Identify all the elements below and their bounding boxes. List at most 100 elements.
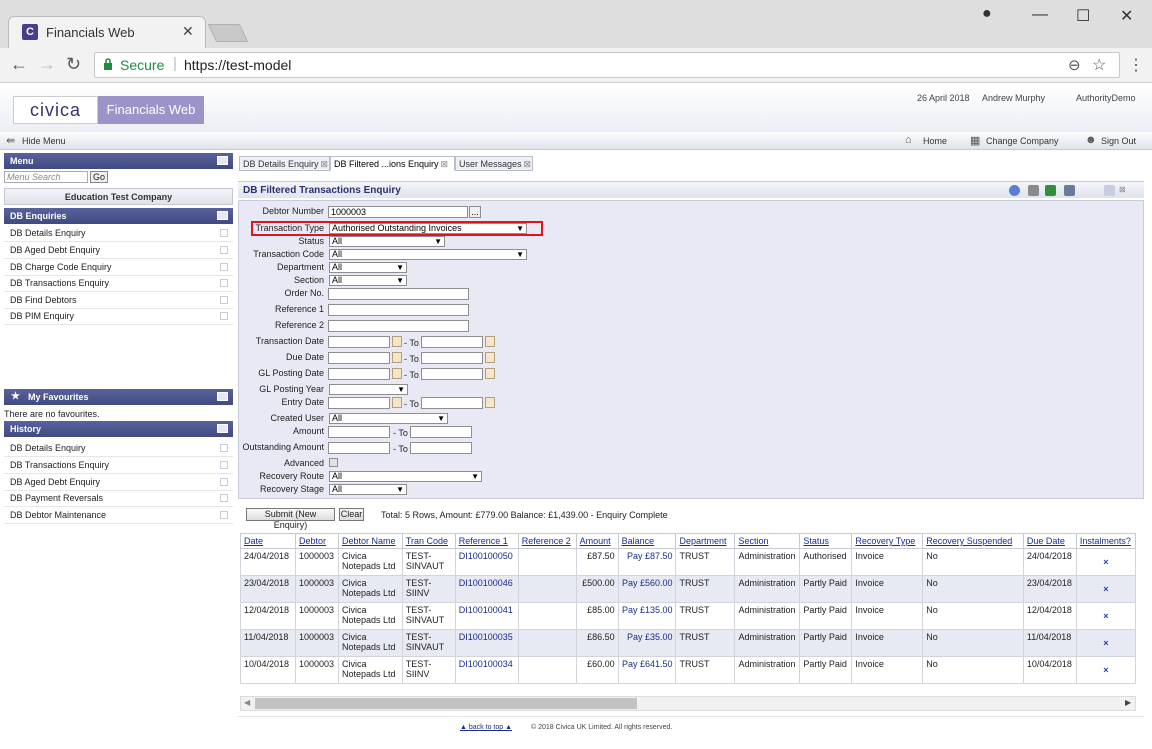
col-department[interactable]: Department	[675, 533, 736, 549]
table-cell[interactable]: DI100100035	[454, 629, 519, 657]
calendar-icon[interactable]	[392, 397, 402, 408]
advanced-checkbox[interactable]	[329, 458, 338, 467]
table-row[interactable]: 12/04/2018 1000003 Civica Notepads Ltd TEST…	[240, 602, 1136, 630]
minimize-icon[interactable]: —	[1032, 6, 1048, 24]
calendar-icon[interactable]	[485, 397, 495, 408]
due-date-to[interactable]	[421, 352, 483, 364]
table-cell[interactable]: Pay £135.00	[617, 602, 677, 630]
sidebar-item-db-find-debtors[interactable]: DB Find Debtors	[4, 292, 233, 309]
instalments-icon[interactable]: ×	[1075, 629, 1136, 657]
submit-new-enquiry-button[interactable]: Submit (New Enquiry)	[246, 508, 335, 530]
created-user-select[interactable]: All ▼	[329, 413, 448, 424]
col-date[interactable]: Date	[240, 533, 296, 549]
gl-posting-date-from[interactable]	[328, 368, 390, 380]
table-cell[interactable]: DI100100046	[454, 575, 519, 603]
col-instalments[interactable]: Instalments?	[1075, 533, 1136, 549]
tab-close-icon[interactable]: ⊠	[441, 159, 449, 169]
col-status[interactable]: Status	[799, 533, 853, 549]
change-company-icon[interactable]: ▦	[970, 134, 980, 147]
home-link[interactable]: Home	[923, 136, 947, 146]
transaction-date-to[interactable]	[421, 336, 483, 348]
scroll-right-icon[interactable]: ▶	[1125, 698, 1131, 707]
transaction-code-select[interactable]: All ▼	[329, 249, 527, 260]
col-debtor-name[interactable]: Debtor Name	[337, 533, 403, 549]
amount-to[interactable]	[410, 426, 472, 438]
sidebar-item-db-pim-enquiry[interactable]: DB PIM Enquiry	[4, 308, 233, 325]
tab-close-icon[interactable]: ✕	[182, 23, 194, 40]
open-link-icon[interactable]	[220, 312, 228, 320]
history-item-db-aged-debt-enquiry[interactable]: DB Aged Debt Enquiry	[4, 474, 233, 491]
amount-from[interactable]	[328, 426, 390, 438]
reference1-input[interactable]	[328, 304, 469, 316]
table-cell[interactable]: DI100100041	[454, 602, 519, 630]
table-cell[interactable]: Pay £641.50	[617, 656, 677, 684]
debtor-number-input[interactable]: 1000003	[328, 206, 468, 218]
zoom-icon[interactable]: ⊖	[1068, 56, 1081, 74]
open-link-icon[interactable]	[220, 246, 228, 254]
hide-menu-button[interactable]: Hide Menu	[22, 136, 66, 146]
clear-button[interactable]: Clear	[339, 508, 364, 521]
calendar-icon[interactable]	[485, 352, 495, 363]
calendar-icon[interactable]	[485, 368, 495, 379]
sign-out-icon[interactable]: ☻	[1085, 134, 1097, 146]
open-link-icon[interactable]	[220, 478, 228, 486]
menu-search-input[interactable]: Menu Search	[4, 171, 88, 183]
col-due-date[interactable]: Due Date	[1022, 533, 1077, 549]
export-icon[interactable]	[1045, 185, 1056, 196]
gl-posting-date-to[interactable]	[421, 368, 483, 380]
col-tran-code[interactable]: Tran Code	[401, 533, 456, 549]
tab-db-filtered-transactions-enquiry[interactable]: DB Filtered ...ions Enquiry ⊠	[330, 156, 455, 171]
sidebar-item-db-charge-code-enquiry[interactable]: DB Charge Code Enquiry	[4, 259, 233, 276]
col-section[interactable]: Section	[734, 533, 801, 549]
back-icon[interactable]: ←	[10, 54, 28, 75]
calendar-icon[interactable]	[485, 336, 495, 347]
url-text[interactable]: https://test-model	[184, 57, 291, 73]
close-window-icon[interactable]: ✕	[1120, 6, 1133, 26]
tab-user-messages[interactable]: User Messages ⊠	[455, 156, 533, 171]
open-link-icon[interactable]	[220, 461, 228, 469]
due-date-from[interactable]	[328, 352, 390, 364]
enquiries-collapse-icon[interactable]	[217, 211, 228, 220]
col-balance[interactable]: Balance	[617, 533, 677, 549]
instalments-icon[interactable]: ×	[1075, 656, 1136, 684]
change-company-link[interactable]: Change Company	[986, 136, 1059, 146]
tab-db-details-enquiry[interactable]: DB Details Enquiry ⊠	[239, 156, 330, 171]
table-row[interactable]: 10/04/2018 1000003 Civica Notepads Ltd TEST…	[240, 656, 1136, 684]
table-row[interactable]: 24/04/2018 1000003 Civica Notepads Ltd TEST…	[240, 548, 1136, 576]
history-item-db-details-enquiry[interactable]: DB Details Enquiry	[4, 440, 233, 457]
col-debtor[interactable]: Debtor	[294, 533, 339, 549]
col-amount[interactable]: Amount	[575, 533, 619, 549]
scrollbar-thumb[interactable]	[255, 698, 637, 709]
open-link-icon[interactable]	[220, 263, 228, 271]
home-icon[interactable]: ⌂	[905, 134, 912, 146]
recovery-route-select[interactable]: All ▼	[329, 471, 482, 482]
menu-search-go-button[interactable]: Go	[90, 171, 108, 183]
col-reference-1[interactable]: Reference 1	[454, 533, 519, 549]
popout-icon[interactable]	[1104, 185, 1115, 196]
table-cell[interactable]: Pay £560.00	[617, 575, 677, 603]
save-icon[interactable]	[1064, 185, 1075, 196]
scroll-left-icon[interactable]: ◀	[244, 698, 250, 707]
instalments-icon[interactable]: ×	[1075, 602, 1136, 630]
sidebar-item-db-transactions-enquiry[interactable]: DB Transactions Enquiry	[4, 275, 233, 292]
forward-icon[interactable]: →	[38, 54, 56, 75]
sign-out-link[interactable]: Sign Out	[1101, 136, 1136, 146]
history-item-db-debtor-maintenance[interactable]: DB Debtor Maintenance	[4, 507, 233, 524]
panel-close-icon[interactable]: ⊠	[1119, 185, 1126, 196]
instalments-icon[interactable]: ×	[1075, 575, 1136, 603]
col-reference-2[interactable]: Reference 2	[517, 533, 577, 549]
status-select[interactable]: All ▼	[329, 236, 445, 247]
tab-close-icon[interactable]: ⊠	[524, 159, 532, 169]
open-link-icon[interactable]	[220, 494, 228, 502]
hide-menu-icon[interactable]: ⇚	[6, 134, 15, 147]
calendar-icon[interactable]	[392, 368, 402, 379]
history-collapse-icon[interactable]	[217, 424, 228, 433]
open-link-icon[interactable]	[220, 296, 228, 304]
outstanding-amount-to[interactable]	[410, 442, 472, 454]
section-select[interactable]: All ▼	[329, 275, 407, 286]
back-to-top-link[interactable]: ▲ back to top ▲	[460, 724, 512, 731]
open-link-icon[interactable]	[220, 279, 228, 287]
calendar-icon[interactable]	[392, 336, 402, 347]
history-item-db-transactions-enquiry[interactable]: DB Transactions Enquiry	[4, 457, 233, 474]
reload-icon[interactable]: ↻	[66, 54, 81, 75]
